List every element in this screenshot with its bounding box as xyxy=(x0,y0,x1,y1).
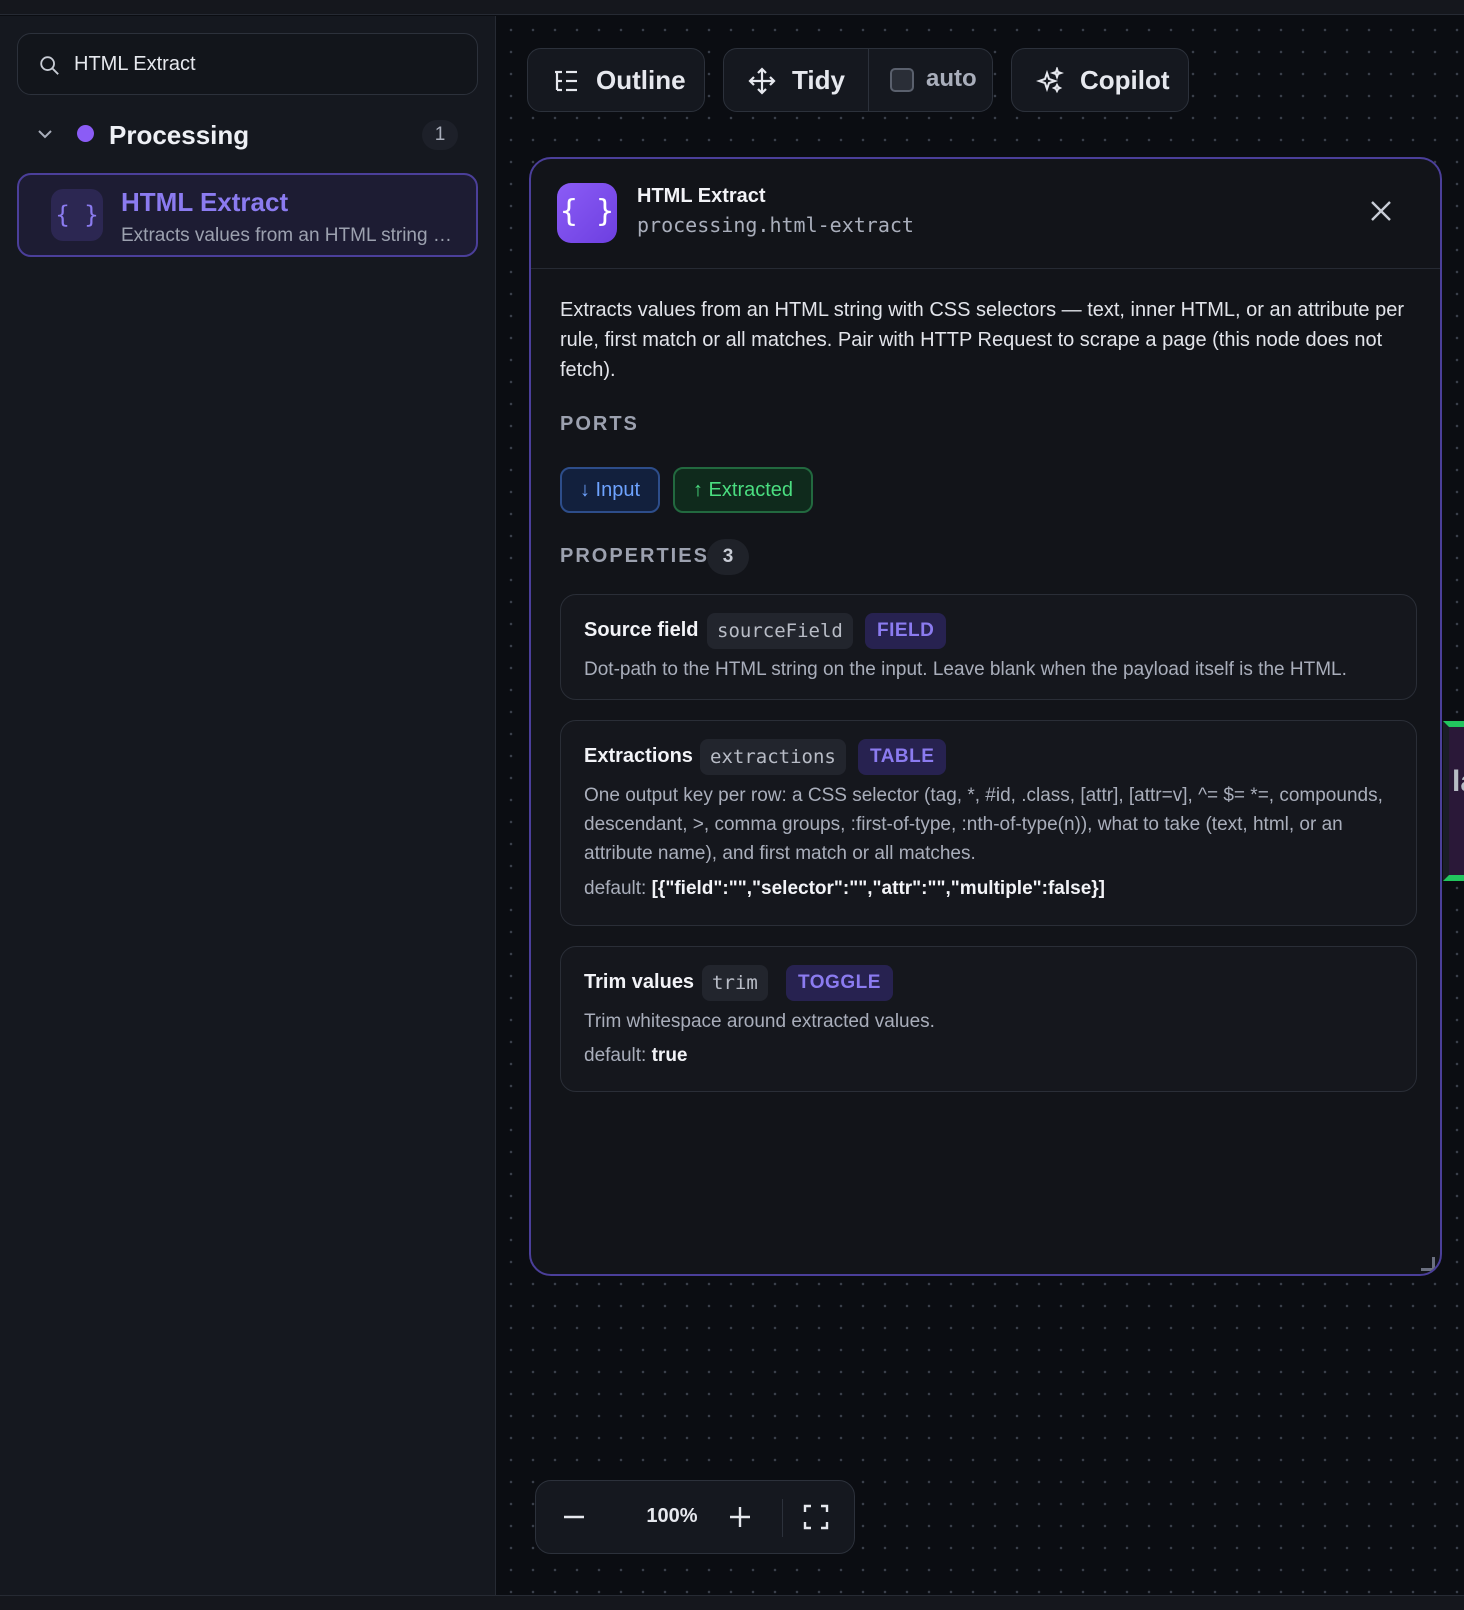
ports-heading: PORTS xyxy=(560,413,639,435)
braces-icon: { } xyxy=(51,189,103,241)
zoom-in-icon[interactable] xyxy=(726,1503,754,1531)
search-box[interactable] xyxy=(17,33,478,95)
outline-label: Outline xyxy=(596,65,686,95)
window-bottom-bar xyxy=(0,1595,1464,1610)
toolbar-divider xyxy=(868,49,869,111)
tidy-label: Tidy xyxy=(792,65,845,95)
node-library-sidebar: Processing 1 { } HTML Extract Extracts v… xyxy=(0,16,496,1595)
property-default: default: true xyxy=(584,1045,688,1067)
search-icon xyxy=(40,56,59,75)
close-icon[interactable] xyxy=(1367,197,1395,225)
tidy-button[interactable]: Tidy xyxy=(724,49,868,111)
property-card-trim-values: Trim values trim TOGGLE Trim whitespace … xyxy=(560,946,1417,1092)
outline-button[interactable]: Outline xyxy=(527,48,705,112)
fit-view-icon[interactable] xyxy=(802,1503,830,1531)
tidy-group: Tidy auto xyxy=(723,48,993,112)
category-count-badge: 1 xyxy=(422,120,458,150)
property-default: default: [{"field":"","selector":"","att… xyxy=(584,878,1105,900)
property-description: Dot-path to the HTML string on the input… xyxy=(584,659,1347,680)
resize-handle[interactable] xyxy=(1421,1257,1435,1271)
move-arrows-icon xyxy=(748,67,776,95)
node-details-panel: { } HTML Extract processing.html-extract… xyxy=(529,157,1442,1276)
copilot-button[interactable]: Copilot xyxy=(1011,48,1189,112)
property-description: One output key per row: a CSS selector (… xyxy=(584,785,1383,864)
node-type-id: processing.html-extract xyxy=(637,213,914,237)
search-input[interactable] xyxy=(74,34,464,94)
default-label: default: xyxy=(584,878,647,899)
properties-heading: PROPERTIES xyxy=(560,545,709,567)
chevron-down-icon[interactable] xyxy=(35,124,55,144)
auto-checkbox[interactable] xyxy=(890,68,914,92)
default-label: default: xyxy=(584,1045,647,1066)
category-name: Processing xyxy=(109,120,250,150)
property-name: Source field xyxy=(584,619,699,641)
node-item-title: HTML Extract xyxy=(121,187,289,217)
property-type-chip: TABLE xyxy=(858,739,947,775)
property-type-chip: FIELD xyxy=(865,613,947,649)
property-name: Extractions xyxy=(584,745,693,767)
zoom-controls: 100% xyxy=(535,1480,855,1554)
node-item-description: Extracts values from an HTML string with… xyxy=(121,225,461,246)
default-value: [{"field":"","selector":"","attr":"","mu… xyxy=(651,878,1106,899)
node-description: Extracts values from an HTML string with… xyxy=(560,299,1404,381)
output-port-badge: ↑ Extracted xyxy=(673,467,814,513)
node-item-html-extract[interactable]: { } HTML Extract Extracts values from an… xyxy=(17,173,478,257)
category-color-dot xyxy=(77,125,94,142)
property-type-chip: TOGGLE xyxy=(786,965,893,1001)
zoom-level: 100% xyxy=(646,1505,698,1527)
category-processing[interactable]: Processing 1 xyxy=(17,112,478,156)
property-key-chip: sourceField xyxy=(707,613,853,649)
auto-label: auto xyxy=(926,65,977,92)
property-key-chip: extractions xyxy=(700,739,846,775)
input-port-badge: ↓ Input xyxy=(560,467,661,513)
sparkles-icon xyxy=(1036,67,1064,94)
partial-node-label: la xyxy=(1452,765,1464,798)
outline-icon xyxy=(555,70,577,92)
braces-icon: { } xyxy=(557,183,617,243)
zoom-out-icon[interactable] xyxy=(560,1503,588,1531)
copilot-label: Copilot xyxy=(1080,65,1170,95)
property-card-source-field: Source field sourceField FIELD Dot-path … xyxy=(560,594,1417,700)
property-card-extractions: Extractions extractions TABLE One output… xyxy=(560,720,1417,926)
panel-header: { } HTML Extract processing.html-extract xyxy=(531,159,1440,269)
property-name: Trim values xyxy=(584,971,695,993)
partial-canvas-node[interactable]: la xyxy=(1443,721,1464,881)
property-key-chip: trim xyxy=(702,965,768,1001)
panel-title: HTML Extract xyxy=(637,185,766,207)
default-value: true xyxy=(651,1045,688,1066)
property-description: Trim whitespace around extracted values. xyxy=(584,1011,935,1032)
zoom-divider xyxy=(782,1499,783,1537)
properties-count-badge: 3 xyxy=(707,539,749,575)
window-top-bar xyxy=(0,0,1464,15)
